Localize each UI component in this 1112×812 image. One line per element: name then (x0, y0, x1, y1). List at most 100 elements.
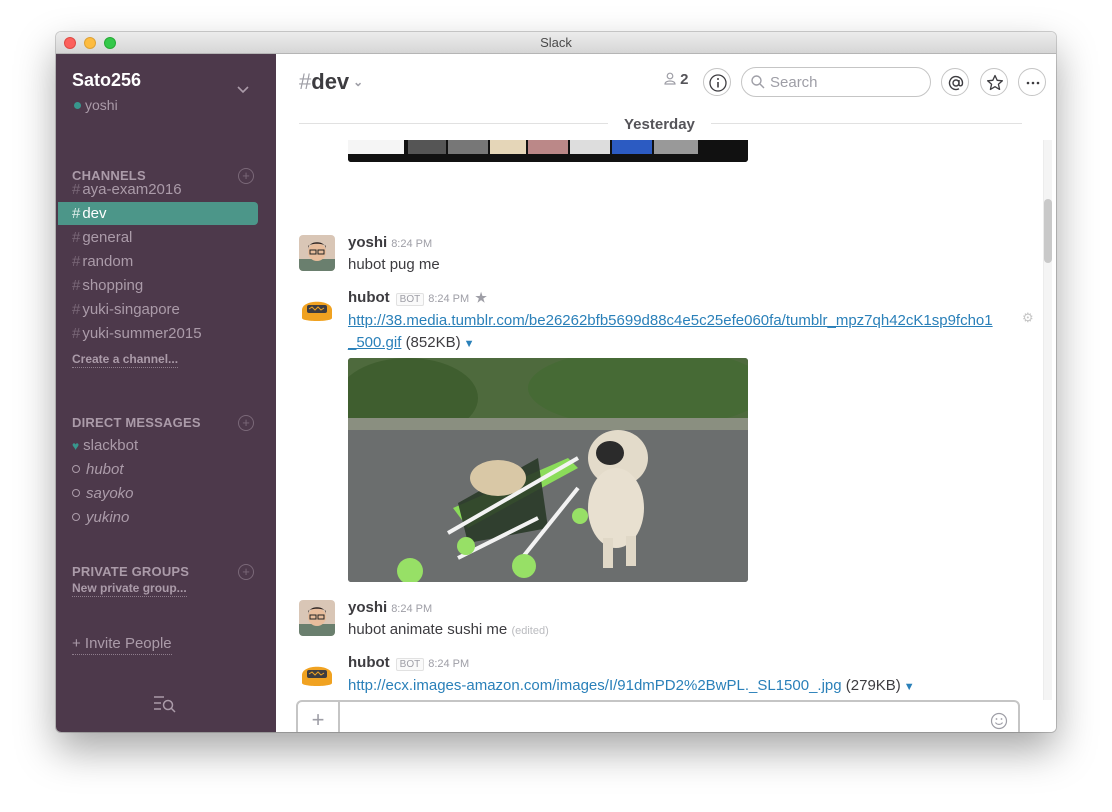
attachment-image[interactable] (348, 140, 748, 162)
message-timestamp[interactable]: 8:24 PM (428, 658, 469, 670)
attachment-link[interactable]: http://38.media.tumblr.com/be26262bfb569… (348, 312, 993, 329)
message-author[interactable]: yoshi 8:24 PM (348, 599, 432, 616)
caret-down-icon[interactable]: ▼ (464, 338, 475, 350)
title-bar: Slack (56, 32, 1056, 54)
file-size: (852KB) (405, 334, 461, 351)
message-text: hubot pug me (348, 256, 440, 273)
attachment-image[interactable] (348, 358, 748, 582)
sidebar-item-random[interactable]: # random (58, 250, 258, 273)
channel-label: yuki-summer2015 (82, 325, 202, 342)
sidebar-item-yuki-summer2015[interactable]: # yuki-summer2015 (58, 322, 258, 345)
sidebar-item-aya-exam2016[interactable]: # aya-exam2016 (58, 178, 258, 201)
create-channel-link[interactable]: Create a channel... (72, 352, 179, 368)
anime-strip-image (348, 140, 748, 162)
message-author[interactable]: hubot BOT 8:24 PM ★ (348, 289, 487, 306)
presence-away-icon (72, 489, 80, 497)
message-composer[interactable]: + (296, 700, 1020, 732)
person-icon (664, 72, 676, 85)
author-name: yoshi (348, 599, 388, 616)
new-private-group-link[interactable]: New private group... (72, 581, 187, 597)
team-name[interactable]: Sato256 (72, 70, 141, 91)
more-button[interactable] (1018, 68, 1046, 96)
attach-file-button[interactable]: + (298, 702, 340, 732)
info-icon (709, 74, 727, 92)
channel-name: dev (311, 69, 350, 94)
caret-down-icon[interactable]: ▼ (904, 681, 915, 693)
private-groups-header[interactable]: PRIVATE GROUPS (72, 564, 189, 579)
chevron-down-icon[interactable] (236, 82, 250, 96)
dm-label: sayoko (86, 485, 134, 502)
current-user: yoshi (74, 97, 118, 113)
chevron-down-icon[interactable]: ⌄ (353, 75, 363, 89)
channel-header: #dev ⌄ 2 (276, 54, 1056, 110)
channel-label: general (82, 229, 133, 246)
member-count-button[interactable]: 2 (664, 71, 689, 88)
message-author[interactable]: hubot BOT 8:24 PM (348, 654, 469, 671)
mentions-button[interactable] (941, 68, 969, 96)
message-timestamp[interactable]: 8:24 PM (391, 603, 432, 615)
message-list[interactable]: yoshi 8:24 PM hubot pug me hubot BOT 8:24 P… (276, 140, 1046, 700)
avatar[interactable] (299, 600, 335, 636)
author-name: hubot (348, 654, 390, 671)
close-window-button[interactable] (64, 37, 76, 49)
channel-label: aya-exam2016 (82, 181, 182, 198)
sidebar-item-shopping[interactable]: # shopping (58, 274, 258, 297)
member-count: 2 (680, 71, 689, 88)
message-text: http://38.media.tumblr.com/be26262bfb569… (348, 310, 1020, 355)
sidebar-item-general[interactable]: # general (58, 226, 258, 249)
avatar[interactable] (299, 235, 335, 271)
scrollbar-thumb[interactable] (1044, 199, 1052, 263)
gear-icon[interactable]: ⚙ (1022, 310, 1034, 326)
emoji-icon[interactable] (990, 712, 1008, 730)
star-icon (986, 74, 1004, 91)
dm-label: hubot (86, 461, 124, 478)
attachment-link-continued[interactable]: _500.gif (348, 334, 401, 351)
search-input[interactable] (770, 73, 920, 91)
pug-stroller-image (348, 358, 748, 582)
message-text: http://ecx.images-amazon.com/images/I/91… (348, 675, 1020, 698)
message-author[interactable]: yoshi 8:24 PM (348, 234, 432, 251)
add-group-icon[interactable]: + (238, 564, 254, 580)
edited-label: (edited) (511, 625, 549, 637)
at-icon (948, 75, 964, 91)
hash-icon: # (72, 325, 81, 342)
search-list-icon[interactable] (152, 694, 180, 714)
dm-item-slackbot[interactable]: ♥ slackbot (72, 436, 138, 456)
channel-title[interactable]: #dev ⌄ (299, 69, 363, 95)
starred-button[interactable] (980, 68, 1008, 96)
direct-messages-header[interactable]: DIRECT MESSAGES (72, 415, 201, 430)
more-icon (1026, 81, 1040, 85)
author-name: yoshi (348, 234, 388, 251)
heart-icon: ♥ (72, 439, 80, 453)
sidebar-item-dev[interactable]: # dev (58, 202, 258, 225)
attachment-link[interactable]: http://ecx.images-amazon.com/images/I/91… (348, 677, 842, 694)
hash-icon: # (72, 229, 81, 246)
file-size: (279KB) (845, 677, 901, 694)
star-icon[interactable]: ★ (475, 290, 487, 305)
invite-people-link[interactable]: + Invite People (72, 634, 172, 655)
minimize-window-button[interactable] (84, 37, 96, 49)
dm-item-sayoko[interactable]: sayoko (72, 484, 134, 504)
message-input[interactable] (350, 711, 970, 731)
hash-icon: # (72, 181, 81, 198)
message-timestamp[interactable]: 8:24 PM (391, 238, 432, 250)
hash-icon: # (72, 277, 81, 294)
main-pane: #dev ⌄ 2 Search yoshi 8:24 PM hubot pug … (276, 54, 1056, 732)
dm-label: yukino (86, 509, 130, 526)
online-status-icon (74, 102, 81, 109)
maximize-window-button[interactable] (104, 37, 116, 49)
dm-item-yukino[interactable]: yukino (72, 508, 129, 528)
avatar[interactable] (299, 290, 335, 326)
avatar[interactable] (299, 655, 335, 691)
bot-badge: BOT (395, 293, 425, 306)
presence-away-icon (72, 513, 80, 521)
sidebar-item-yuki-singapore[interactable]: # yuki-singapore (58, 298, 258, 321)
message-text: hubot animate sushi me (edited) (348, 619, 549, 642)
add-dm-icon[interactable]: + (238, 415, 254, 431)
channel-label: dev (82, 205, 107, 222)
channel-info-button[interactable] (703, 68, 731, 96)
message-timestamp[interactable]: 8:24 PM (428, 293, 469, 305)
search-icon (751, 75, 765, 89)
dm-item-hubot[interactable]: hubot (72, 460, 124, 480)
search-field[interactable] (741, 67, 931, 97)
